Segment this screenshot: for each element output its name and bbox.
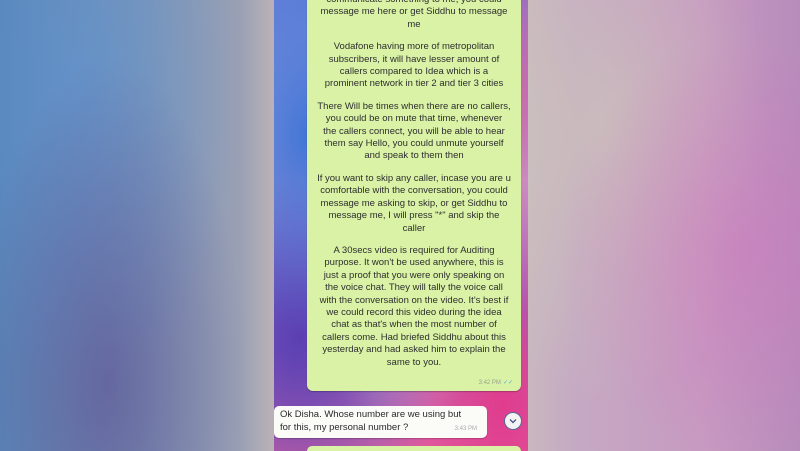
message-paragraph: There Will be times when there are no ca… [317, 100, 511, 162]
outgoing-message-bubble[interactable]: Ok Disha. Whose number are we using but … [274, 406, 487, 438]
chat-screen[interactable]: communicate something to me, you could m… [274, 0, 528, 451]
timestamp-text: 3:42 PM [478, 379, 501, 386]
outgoing-message-text: Ok Disha. Whose number are we using but … [280, 409, 462, 433]
incoming-message-bubble[interactable]: communicate something to me, you could m… [307, 0, 521, 391]
read-receipt-icon: ✓✓ [502, 379, 513, 386]
message-timestamp: 3:43 PM [454, 426, 477, 432]
message-paragraph: Vodafone having more of metropolitan sub… [324, 41, 504, 90]
blurred-background-left [0, 0, 270, 451]
message-paragraph: A 30secs video is required for Auditing … [319, 244, 509, 368]
message-timestamp: 3:42 PM ✓✓ [479, 377, 513, 389]
next-message-bubble[interactable] [307, 446, 521, 451]
blurred-background-right [525, 0, 800, 451]
chevron-down-icon [509, 419, 517, 424]
scroll-down-button[interactable] [504, 412, 522, 430]
message-paragraph: communicate something to me, you could m… [320, 0, 508, 30]
message-paragraph: If you want to skip any caller, incase y… [317, 172, 511, 234]
